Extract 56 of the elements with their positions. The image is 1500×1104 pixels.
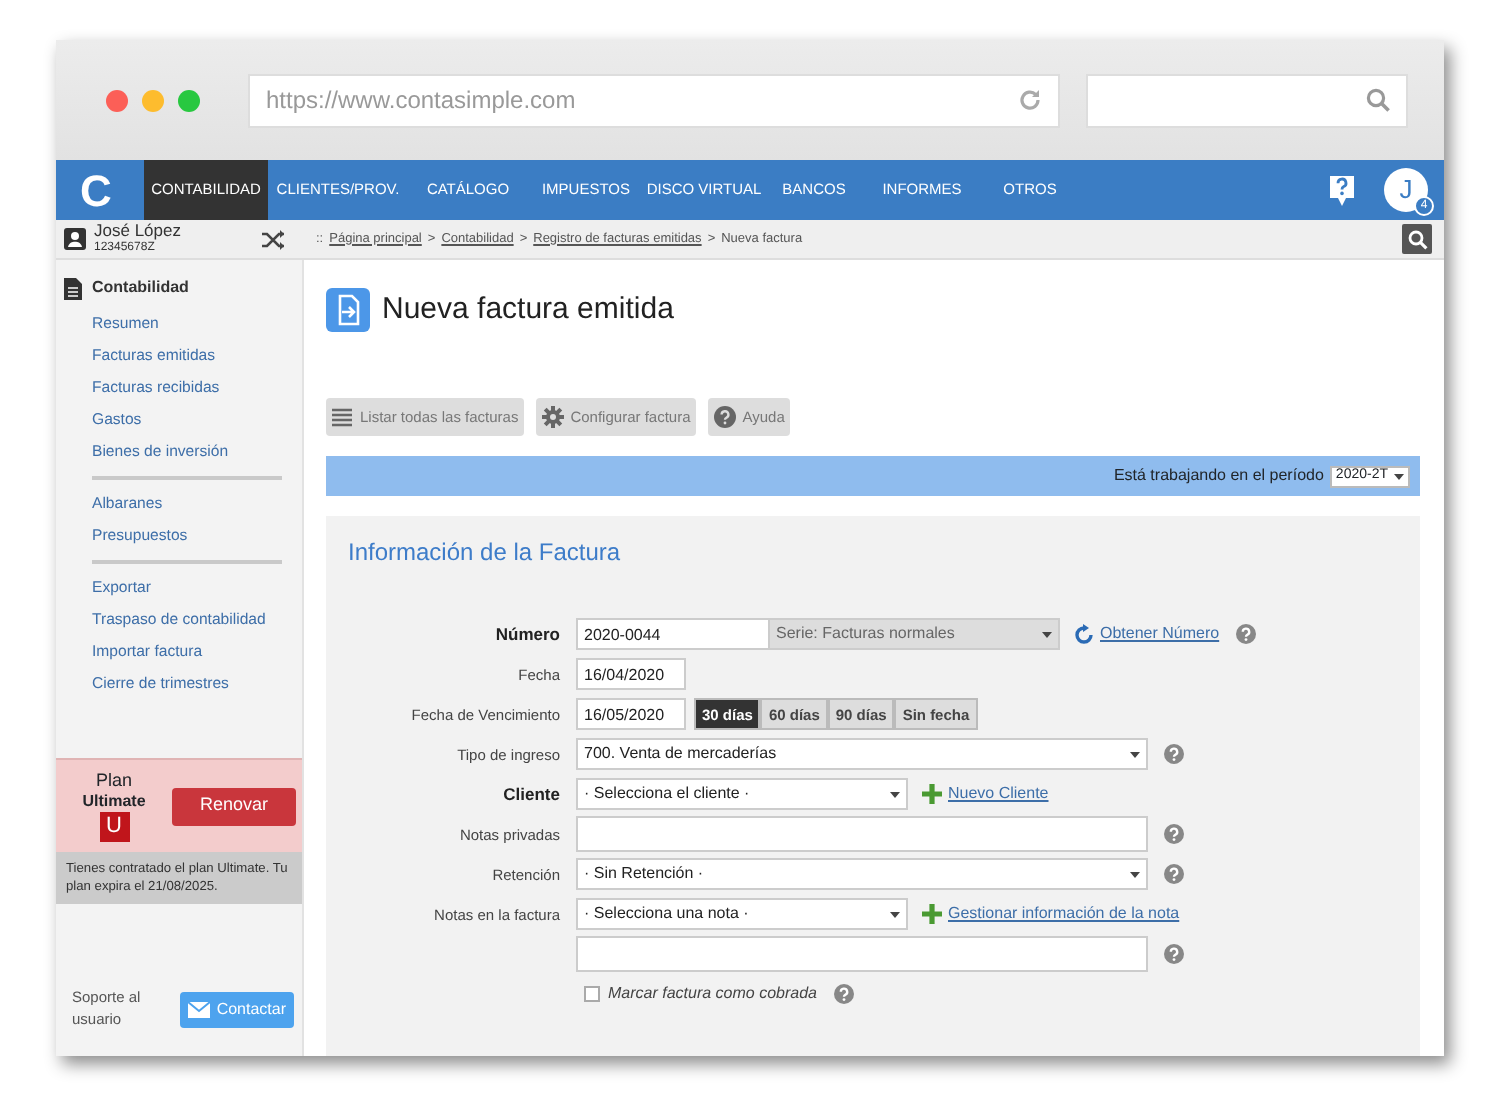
shuffle-icon[interactable] <box>262 229 284 249</box>
contact-button[interactable]: Contactar <box>180 991 294 1028</box>
envelope-icon <box>188 1001 211 1018</box>
plan-label: Plan <box>95 770 132 792</box>
sidebar-heading: Contabilidad <box>92 276 189 300</box>
plan-name: Ultimate <box>82 791 146 810</box>
help-icon[interactable] <box>1164 744 1184 765</box>
user-name: José López <box>94 222 181 240</box>
link[interactable]: Obtener Número <box>1100 622 1220 647</box>
settings-icon <box>542 406 565 428</box>
checkbox[interactable] <box>584 986 600 1003</box>
link[interactable]: Nuevo Cliente <box>948 782 1049 807</box>
text-input[interactable]: 2020-0044 <box>576 618 770 651</box>
dropdown[interactable]: · Selecciona el cliente · <box>576 778 908 811</box>
search-icon <box>1366 88 1390 112</box>
help-icon[interactable] <box>1328 173 1356 207</box>
dropdown[interactable]: · Sin Retención · <box>576 858 1148 891</box>
page-title: Nueva factura emitida <box>382 292 674 328</box>
plus-icon <box>922 904 942 925</box>
list-icon <box>332 406 354 428</box>
avatar-letter: J <box>1399 172 1413 209</box>
caret-icon <box>1130 751 1140 758</box>
window-control-button[interactable] <box>178 89 200 111</box>
field-label: Cliente <box>503 784 560 805</box>
period-label: Está trabajando en el período <box>1113 464 1324 488</box>
renew-button[interactable]: Renovar <box>172 787 296 825</box>
help-icon[interactable] <box>1164 824 1184 845</box>
caret-icon <box>890 911 900 918</box>
caret-icon <box>1130 871 1140 878</box>
link[interactable]: Gestionar información de la nota <box>948 902 1180 927</box>
document-icon <box>64 277 82 299</box>
logo[interactable]: C <box>56 160 136 220</box>
text-input[interactable]: 16/05/2020 <box>576 698 686 731</box>
window-control-button[interactable] <box>106 89 128 111</box>
checkbox-label: Marcar factura como cobrada <box>608 982 817 1007</box>
dropdown[interactable]: · Selecciona una nota · <box>576 898 908 931</box>
dropdown[interactable]: 700. Venta de mercaderías <box>576 738 1148 771</box>
panel-title: Información de la Factura <box>348 538 623 567</box>
help-icon[interactable] <box>833 984 853 1005</box>
text-input[interactable]: 16/04/2020 <box>576 658 686 691</box>
help-icon <box>714 406 737 428</box>
user-icon <box>64 228 86 250</box>
help-icon[interactable] <box>1164 864 1184 885</box>
address-bar[interactable]: https://www.contasimple.com <box>248 73 1060 127</box>
plus-icon <box>922 784 942 805</box>
help-icon[interactable] <box>1235 624 1256 645</box>
reload-icon[interactable] <box>1018 88 1042 112</box>
plan-badge: U <box>99 811 129 842</box>
help-icon[interactable] <box>1164 944 1184 965</box>
caret-icon <box>890 791 900 798</box>
caret-icon <box>1042 631 1052 638</box>
field-label: Número <box>495 624 560 645</box>
browser-search-field[interactable] <box>1086 73 1408 127</box>
refresh-icon <box>1074 624 1094 645</box>
search-button[interactable] <box>1402 224 1432 254</box>
caret-icon <box>1394 473 1404 479</box>
